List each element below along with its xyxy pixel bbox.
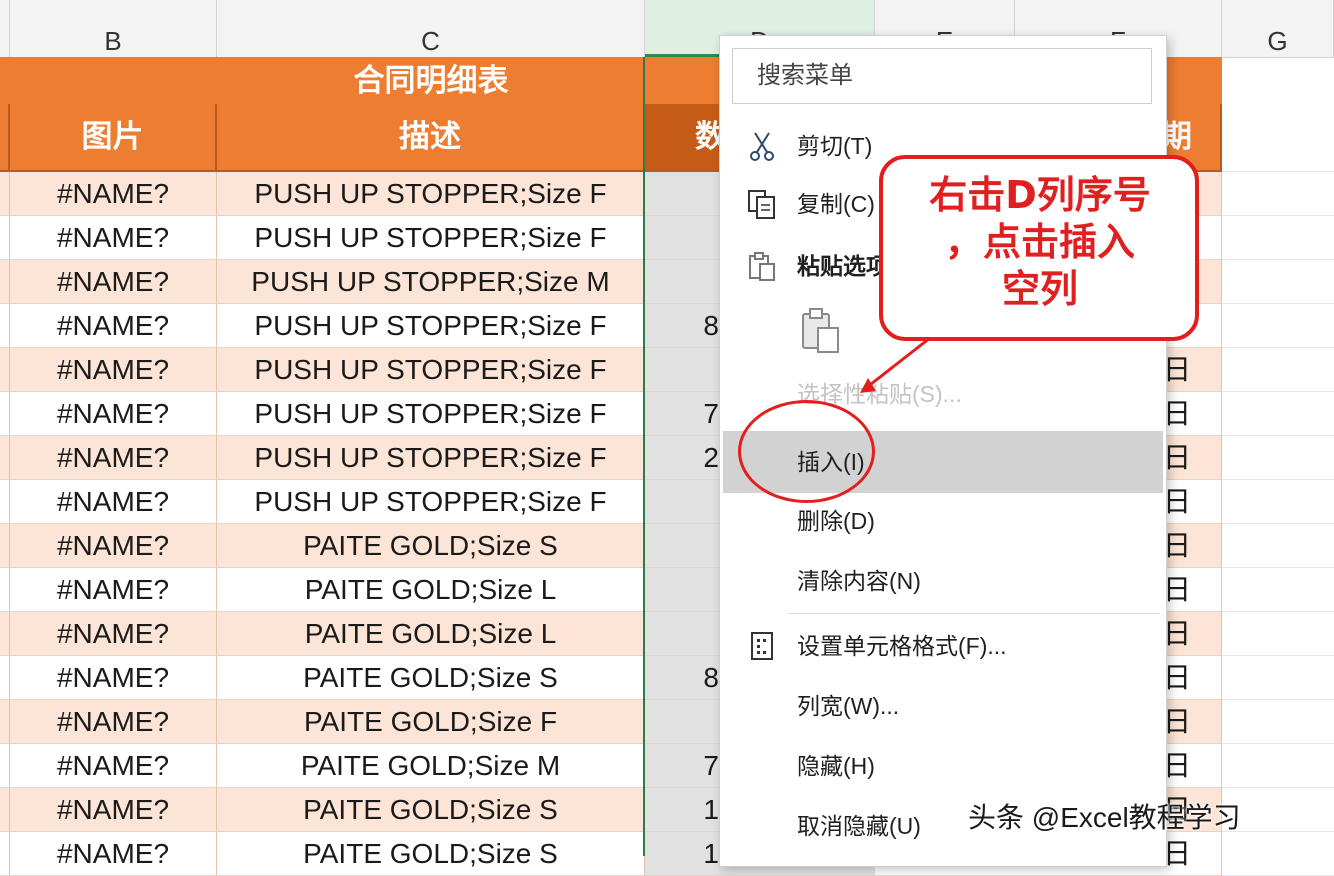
cell-image[interactable]: #NAME? bbox=[10, 348, 217, 392]
cell-image[interactable]: #NAME? bbox=[10, 392, 217, 436]
header-cell-description[interactable]: 描述 bbox=[217, 104, 645, 172]
menu-item-hide[interactable]: 隐藏(H) bbox=[720, 738, 1166, 794]
annotation-line: 空列 bbox=[1001, 267, 1078, 311]
cell-g[interactable] bbox=[1222, 568, 1334, 612]
cell-image[interactable]: #NAME? bbox=[10, 436, 217, 480]
cell-image[interactable]: #NAME? bbox=[10, 700, 217, 744]
cell-image[interactable]: #NAME? bbox=[10, 304, 217, 348]
cell-image[interactable]: #NAME? bbox=[10, 832, 217, 876]
annotation-line: 右击D列序号 bbox=[929, 173, 1151, 217]
cell-description[interactable]: PUSH UP STOPPER;Size F bbox=[217, 436, 645, 480]
cell-g[interactable] bbox=[1222, 172, 1334, 216]
sheet-title[interactable]: 合同明细表 bbox=[216, 57, 646, 104]
header-cell-g[interactable] bbox=[1222, 104, 1334, 172]
cell-a[interactable] bbox=[0, 788, 10, 832]
cell-description[interactable]: PUSH UP STOPPER;Size F bbox=[217, 348, 645, 392]
copy-icon bbox=[748, 190, 775, 219]
cell-a[interactable] bbox=[0, 172, 10, 216]
cell-a[interactable] bbox=[0, 656, 10, 700]
column-header-b[interactable]: B bbox=[10, 0, 217, 57]
cell-g[interactable] bbox=[1222, 700, 1334, 744]
cell-image[interactable]: #NAME? bbox=[10, 744, 217, 788]
header-cell-a[interactable] bbox=[0, 104, 10, 172]
menu-item-label: 取消隐藏(U) bbox=[797, 813, 921, 839]
cell-a[interactable] bbox=[0, 612, 10, 656]
cell-g[interactable] bbox=[1222, 480, 1334, 524]
menu-item-label: 剪切(T) bbox=[797, 133, 873, 159]
menu-search-input[interactable]: 搜索菜单 bbox=[732, 48, 1152, 104]
cell-g[interactable] bbox=[1222, 436, 1334, 480]
cell-description[interactable]: PUSH UP STOPPER;Size F bbox=[217, 216, 645, 260]
cell-description[interactable]: PAITE GOLD;Size L bbox=[217, 612, 645, 656]
cell-a[interactable] bbox=[0, 260, 10, 304]
menu-item-clear-contents[interactable]: 清除内容(N) bbox=[720, 553, 1166, 609]
cell-g[interactable] bbox=[1222, 348, 1334, 392]
menu-separator bbox=[788, 613, 1160, 614]
cell-g[interactable] bbox=[1222, 304, 1334, 348]
menu-item-label: 隐藏(H) bbox=[797, 753, 875, 779]
cell-description[interactable]: PUSH UP STOPPER;Size F bbox=[217, 172, 645, 216]
menu-item-format-cells[interactable]: 设置单元格格式(F)... bbox=[720, 618, 1166, 674]
paste-values-icon[interactable] bbox=[800, 306, 842, 354]
cell-a[interactable] bbox=[0, 436, 10, 480]
cell-a[interactable] bbox=[0, 304, 10, 348]
cell-description[interactable]: PUSH UP STOPPER;Size F bbox=[217, 304, 645, 348]
annotation-callout-text: 右击D列序号 ，点击插入 空列 bbox=[890, 172, 1190, 313]
cell-a[interactable] bbox=[0, 216, 10, 260]
cell-description[interactable]: PUSH UP STOPPER;Size M bbox=[217, 260, 645, 304]
menu-item-label: 复制(C) bbox=[797, 191, 875, 217]
cell-g[interactable] bbox=[1222, 524, 1334, 568]
cell-image[interactable]: #NAME? bbox=[10, 216, 217, 260]
cell-description[interactable]: PAITE GOLD;Size M bbox=[217, 744, 645, 788]
cell-description[interactable]: PAITE GOLD;Size S bbox=[217, 832, 645, 876]
cell-g[interactable] bbox=[1222, 260, 1334, 304]
menu-item-label: 清除内容(N) bbox=[797, 568, 921, 594]
cell-a[interactable] bbox=[0, 480, 10, 524]
cell-a[interactable] bbox=[0, 568, 10, 612]
cell-image[interactable]: #NAME? bbox=[10, 172, 217, 216]
selected-column-border bbox=[643, 57, 645, 856]
cell-a[interactable] bbox=[0, 348, 10, 392]
menu-item-column-width[interactable]: 列宽(W)... bbox=[720, 678, 1166, 734]
cell-description[interactable]: PAITE GOLD;Size F bbox=[217, 700, 645, 744]
cell-a[interactable] bbox=[0, 524, 10, 568]
column-header-blank bbox=[0, 0, 10, 57]
annotation-circle bbox=[738, 400, 875, 503]
header-cell-image[interactable]: 图片 bbox=[10, 104, 217, 172]
cell-a[interactable] bbox=[0, 744, 10, 788]
cell-description[interactable]: PAITE GOLD;Size S bbox=[217, 788, 645, 832]
scissors-icon bbox=[750, 132, 774, 161]
annotation-line: ，点击插入 bbox=[944, 220, 1135, 264]
cell-a[interactable] bbox=[0, 392, 10, 436]
cell-description[interactable]: PAITE GOLD;Size L bbox=[217, 568, 645, 612]
menu-item-delete[interactable]: 删除(D) bbox=[720, 493, 1166, 549]
cell-g[interactable] bbox=[1222, 832, 1334, 876]
cell-a[interactable] bbox=[0, 700, 10, 744]
column-header-c[interactable]: C bbox=[217, 0, 645, 57]
column-header-g[interactable]: G bbox=[1222, 0, 1334, 57]
cell-image[interactable]: #NAME? bbox=[10, 260, 217, 304]
format-cells-icon bbox=[751, 632, 773, 660]
cell-image[interactable]: #NAME? bbox=[10, 524, 217, 568]
cell-g[interactable] bbox=[1222, 612, 1334, 656]
cell-image[interactable]: #NAME? bbox=[10, 568, 217, 612]
cell-image[interactable]: #NAME? bbox=[10, 612, 217, 656]
cell-g[interactable] bbox=[1222, 392, 1334, 436]
menu-item-label: 设置单元格格式(F)... bbox=[797, 633, 1007, 659]
cell-g[interactable] bbox=[1222, 656, 1334, 700]
cell-a[interactable] bbox=[0, 832, 10, 876]
menu-item-label: 列宽(W)... bbox=[797, 693, 900, 719]
cell-g[interactable] bbox=[1222, 216, 1334, 260]
cell-description[interactable]: PAITE GOLD;Size S bbox=[217, 656, 645, 700]
cell-description[interactable]: PAITE GOLD;Size S bbox=[217, 524, 645, 568]
cell-g[interactable] bbox=[1222, 744, 1334, 788]
cell-image[interactable]: #NAME? bbox=[10, 480, 217, 524]
watermark: 头条 @Excel教程学习 bbox=[968, 802, 1241, 833]
cell-image[interactable]: #NAME? bbox=[10, 788, 217, 832]
cell-description[interactable]: PUSH UP STOPPER;Size F bbox=[217, 392, 645, 436]
cell-image[interactable]: #NAME? bbox=[10, 656, 217, 700]
cell-description[interactable]: PUSH UP STOPPER;Size F bbox=[217, 480, 645, 524]
paste-icon bbox=[749, 252, 775, 281]
